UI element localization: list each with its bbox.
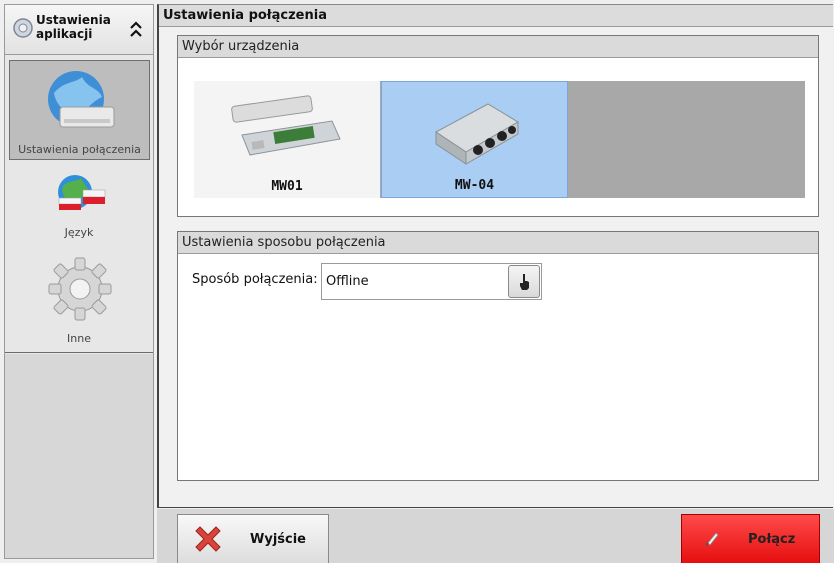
device-selection-group: Wybór urządzenia MW01 MW-04 — [177, 35, 819, 217]
sidebar-item-label: Ustawienia połączenia — [18, 143, 141, 156]
settings-gear-icon — [13, 18, 33, 38]
sidebar-title: Ustawienia aplikacji — [36, 13, 111, 41]
sidebar-header[interactable]: Ustawienia aplikacji — [5, 5, 153, 55]
sidebar-item-other[interactable]: Inne — [5, 252, 153, 348]
connection-settings-group: Ustawienia sposobu połączenia Sposób poł… — [177, 231, 819, 481]
close-x-icon — [195, 526, 221, 552]
network-globe-icon — [48, 71, 115, 128]
settings-sidebar: Ustawienia aplikacji Ustawienia połączen… — [4, 4, 154, 559]
language-globe-flag-icon — [58, 175, 106, 210]
sidebar-item-language[interactable]: Język — [5, 168, 153, 248]
device-mw04-image — [435, 103, 519, 165]
connection-method-select[interactable]: Offline — [321, 263, 542, 300]
main-panel: Ustawienia połączenia Wybór urządzenia M… — [157, 4, 833, 508]
device-card-mw04[interactable]: MW-04 — [381, 81, 568, 198]
connect-button-label: Połącz — [748, 532, 796, 547]
device-name: MW01 — [271, 179, 303, 194]
group-title: Wybór urządzenia — [178, 36, 818, 58]
bottom-bar: Wyjście Połącz — [157, 509, 834, 563]
device-list: MW01 MW-04 — [194, 81, 805, 198]
device-mw01-image — [231, 95, 341, 156]
exit-button[interactable]: Wyjście — [177, 514, 329, 563]
device-name: MW-04 — [454, 178, 495, 193]
device-card-mw01[interactable]: MW01 — [194, 81, 380, 198]
chevron-up-icon[interactable] — [129, 19, 143, 41]
gear-icon — [48, 257, 112, 321]
app-window: Ustawienia aplikacji Ustawienia połączen… — [0, 0, 834, 563]
exit-button-label: Wyjście — [250, 532, 306, 547]
sidebar-item-label: Inne — [67, 332, 91, 345]
dropdown-button[interactable] — [508, 265, 540, 298]
connection-method-value: Offline — [326, 274, 369, 289]
sidebar-list: Ustawienia połączenia Język Inne — [5, 56, 153, 353]
sidebar-empty-area — [5, 354, 153, 558]
sidebar-item-label: Język — [64, 226, 94, 239]
hand-pointer-icon — [520, 274, 529, 290]
sidebar-item-connection-settings[interactable]: Ustawienia połączenia — [9, 60, 150, 160]
connection-method-label: Sposób połączenia: — [192, 272, 318, 287]
group-title: Ustawienia sposobu połączenia — [178, 232, 818, 254]
page-title: Ustawienia połączenia — [159, 5, 833, 27]
connect-button[interactable]: Połącz — [681, 514, 820, 563]
plug-icon — [705, 532, 719, 546]
